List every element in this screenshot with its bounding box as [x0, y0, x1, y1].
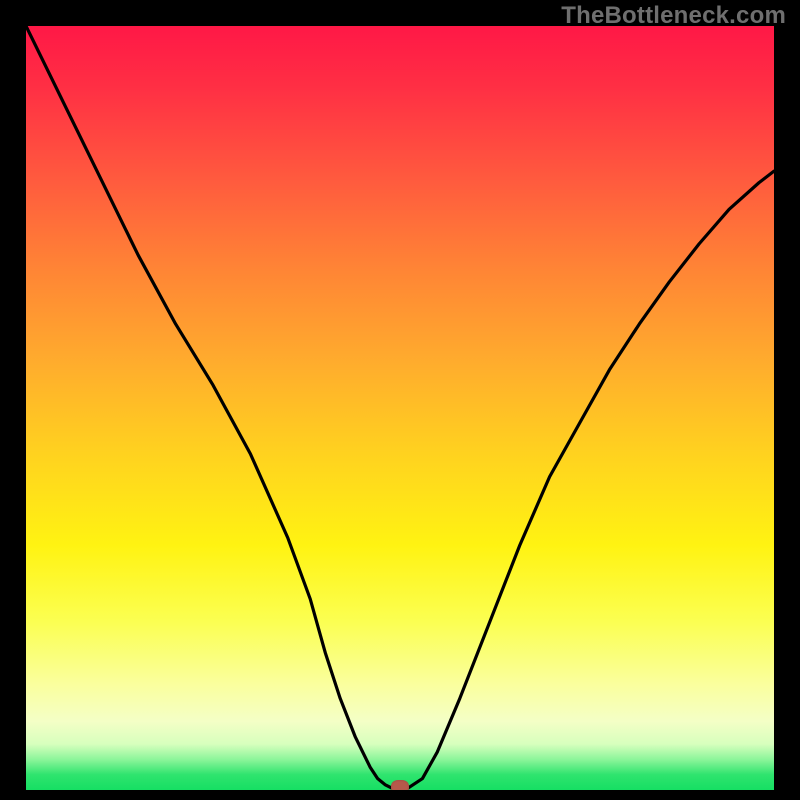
bottleneck-curve	[26, 26, 774, 790]
watermark-text: TheBottleneck.com	[561, 2, 786, 30]
chart-frame: TheBottleneck.com	[0, 0, 800, 800]
plot-area	[26, 26, 774, 790]
optimum-marker	[391, 780, 409, 790]
